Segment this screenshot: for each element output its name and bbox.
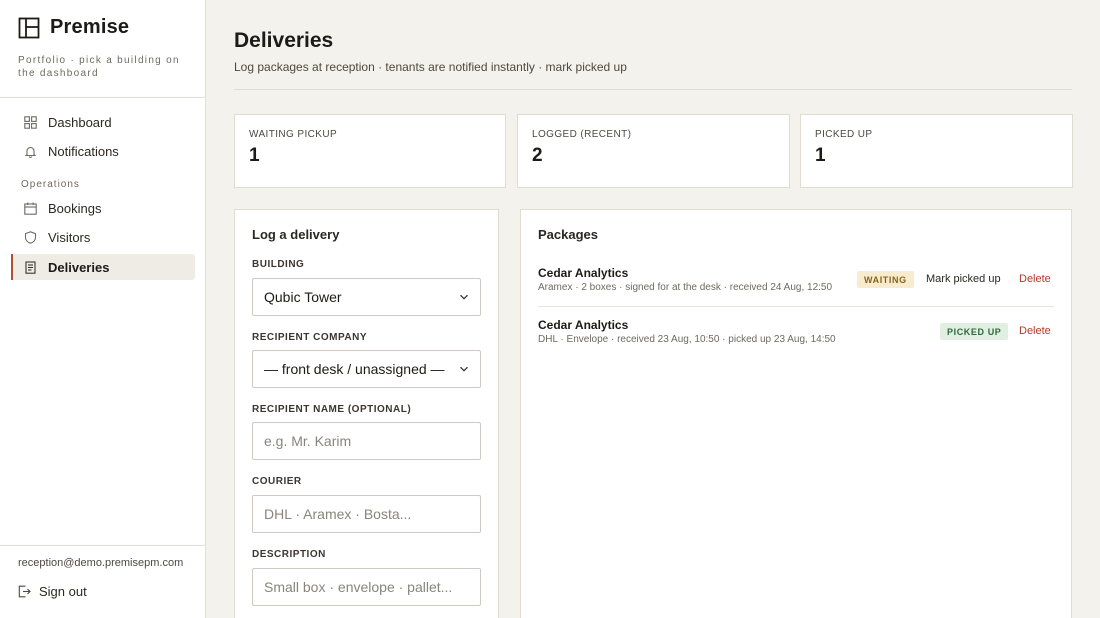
- packages-panel: Packages Cedar Analytics Aramex · 2 boxe…: [520, 209, 1072, 618]
- sidebar-item-label: Bookings: [48, 200, 102, 216]
- grid-icon: [24, 115, 37, 129]
- packages-title: Packages: [538, 227, 598, 242]
- stat-card-waiting: WAITING PICKUP 1: [234, 114, 506, 188]
- recipient-name-input[interactable]: [252, 422, 481, 460]
- brand-subtitle: Portfolio · pick a building on the dashb…: [18, 55, 180, 79]
- building-select[interactable]: Qubic Tower: [252, 278, 481, 316]
- log-delivery-panel: Log a delivery BUILDING Qubic Tower RECI…: [234, 209, 499, 618]
- sidebar: Premise Portfolio · pick a building on t…: [0, 0, 206, 618]
- sidebar-item-bookings[interactable]: Bookings: [11, 195, 195, 221]
- sidebar-item-label: Dashboard: [48, 114, 112, 130]
- sidebar-item-label: Notifications: [48, 143, 119, 159]
- description-input[interactable]: [252, 568, 481, 606]
- package-meta: DHL · Envelope · received 23 Aug, 10:50 …: [538, 334, 836, 345]
- bell-icon: [24, 145, 37, 158]
- sidebar-item-notifications[interactable]: Notifications: [11, 138, 195, 164]
- package-row: Cedar Analytics DHL · Envelope · receive…: [538, 307, 1054, 359]
- recipient-name-label: RECIPIENT NAME (OPTIONAL): [252, 404, 412, 415]
- stat-label: PICKED UP: [815, 129, 873, 140]
- sidebar-footer-divider: [0, 545, 206, 546]
- chevron-down-icon: [459, 292, 469, 302]
- stat-value: 2: [532, 145, 543, 166]
- building-logo-icon: [18, 17, 40, 39]
- stat-value: 1: [815, 145, 826, 166]
- delete-button[interactable]: Delete: [1019, 325, 1051, 337]
- brand[interactable]: Premise: [18, 16, 129, 39]
- sign-out-icon: [18, 585, 31, 598]
- package-row: Cedar Analytics Aramex · 2 boxes · signe…: [538, 255, 1054, 307]
- clipboard-icon: [24, 260, 37, 274]
- stat-label: WAITING PICKUP: [249, 129, 338, 140]
- page-title: Deliveries: [234, 29, 334, 52]
- recipient-company-label: RECIPIENT COMPANY: [252, 332, 367, 343]
- building-label: BUILDING: [252, 259, 305, 270]
- description-label: DESCRIPTION: [252, 549, 326, 560]
- brand-name: Premise: [50, 16, 130, 38]
- package-meta: Aramex · 2 boxes · signed for at the des…: [538, 282, 833, 293]
- status-badge: WAITING: [857, 271, 914, 288]
- sidebar-item-deliveries[interactable]: Deliveries: [11, 254, 195, 280]
- building-select-value: Qubic Tower: [264, 289, 342, 305]
- sidebar-item-dashboard[interactable]: Dashboard: [11, 109, 195, 135]
- user-email: reception@demo.premisepm.com: [18, 557, 184, 569]
- shield-icon: [24, 230, 37, 244]
- sign-out-label: Sign out: [39, 584, 87, 599]
- header-divider: [234, 89, 1072, 90]
- sidebar-item-label: Deliveries: [48, 259, 110, 275]
- package-company: Cedar Analytics: [538, 266, 629, 280]
- package-company: Cedar Analytics: [538, 318, 629, 332]
- sidebar-item-label: Visitors: [48, 229, 91, 245]
- calendar-icon: [24, 202, 37, 215]
- mark-picked-up-button[interactable]: Mark picked up: [926, 273, 1001, 285]
- status-badge: PICKED UP: [940, 323, 1009, 340]
- chevron-down-icon: [459, 364, 469, 374]
- page-subtitle: Log packages at reception · tenants are …: [234, 60, 627, 74]
- recipient-company-select-value: — front desk / unassigned —: [264, 361, 445, 377]
- sidebar-divider: [0, 97, 206, 98]
- courier-label: COURIER: [252, 476, 302, 487]
- delete-button[interactable]: Delete: [1019, 273, 1051, 285]
- sidebar-item-visitors[interactable]: Visitors: [11, 224, 195, 250]
- recipient-company-select[interactable]: — front desk / unassigned —: [252, 350, 481, 388]
- stat-card-logged: LOGGED (RECENT) 2: [517, 114, 790, 188]
- log-delivery-title: Log a delivery: [252, 227, 340, 242]
- nav-section-label: Operations: [21, 179, 80, 190]
- stat-value: 1: [249, 145, 260, 166]
- sign-out-button[interactable]: Sign out: [18, 584, 87, 599]
- stat-card-picked-up: PICKED UP 1: [800, 114, 1073, 188]
- courier-input[interactable]: [252, 495, 481, 533]
- stat-label: LOGGED (RECENT): [532, 129, 632, 140]
